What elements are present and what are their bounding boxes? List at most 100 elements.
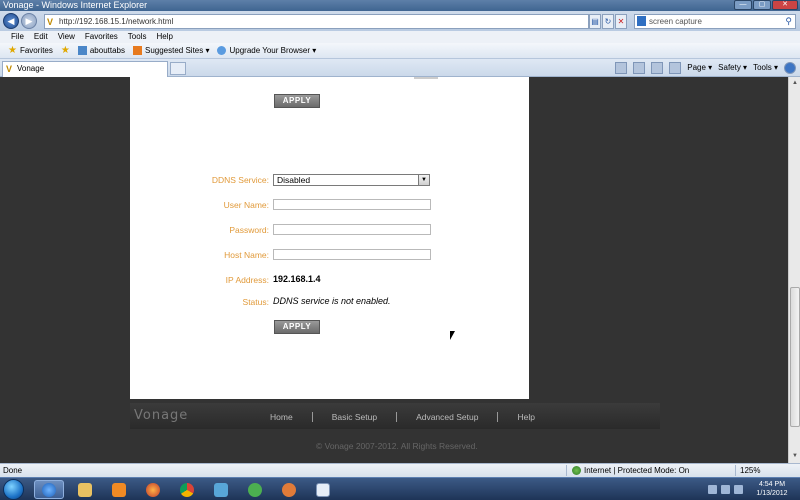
zoom-level[interactable]: 125% <box>740 464 760 477</box>
window-title-bar: Vonage - Windows Internet Explorer — ▢ ✕ <box>0 0 800 11</box>
menu-help[interactable]: Help <box>151 31 177 43</box>
ddns-service-select[interactable]: Disabled ▼ <box>273 174 430 186</box>
help-icon[interactable] <box>784 62 796 74</box>
suggested-sites-icon <box>132 46 142 55</box>
tab-vonage[interactable]: V Vonage <box>2 61 168 77</box>
footer-divider <box>311 412 313 422</box>
user-name-label: User Name: <box>223 200 269 210</box>
address-toolbar: ◀ ▶ V http://192.168.15.1/network.html ▤… <box>0 11 800 31</box>
ip-address-label: IP Address: <box>225 275 269 285</box>
window-title: Vonage - Windows Internet Explorer <box>3 0 148 10</box>
feeds-icon[interactable] <box>633 62 646 74</box>
ie-icon <box>217 46 227 55</box>
utorrent-icon <box>248 482 262 497</box>
new-tab-button[interactable] <box>170 62 186 75</box>
taskbar-explorer[interactable] <box>70 480 100 499</box>
search-input[interactable]: screen capture ⚲ <box>634 14 796 29</box>
menu-edit[interactable]: Edit <box>29 31 53 43</box>
taskbar-app[interactable] <box>274 480 304 499</box>
chrome-icon <box>180 482 194 497</box>
address-input[interactable]: V http://192.168.15.1/network.html <box>44 14 589 29</box>
host-name-label: Host Name: <box>224 250 269 260</box>
chevron-down-icon[interactable]: ▼ <box>418 175 429 185</box>
taskbar-folder2[interactable] <box>206 480 236 499</box>
status-label: Status: <box>242 297 269 307</box>
clock[interactable]: 4:54 PM 1/13/2012 <box>750 480 794 498</box>
menu-favorites[interactable]: Favorites <box>80 31 123 43</box>
page-content: APPLY DDNS Service: Disabled ▼ User Name… <box>0 77 788 463</box>
search-icon[interactable]: ⚲ <box>785 15 792 28</box>
apply-button-top[interactable]: APPLY <box>274 94 320 108</box>
apply-button-bottom[interactable]: APPLY <box>274 320 320 334</box>
folder-icon <box>78 482 92 497</box>
command-bar: Page ▾ Safety ▾ Tools ▾ <box>615 61 796 75</box>
mouse-cursor-icon <box>450 331 455 340</box>
favorite-upgrade-browser[interactable]: Upgrade Your Browser ▾ <box>217 43 316 59</box>
security-zone[interactable]: Internet | Protected Mode: On <box>572 464 689 477</box>
print-icon[interactable] <box>669 62 682 74</box>
ddns-service-value: Disabled <box>277 175 311 185</box>
password-input[interactable] <box>273 224 431 235</box>
address-url: http://192.168.15.1/network.html <box>59 17 174 26</box>
menu-file[interactable]: File <box>6 31 29 43</box>
close-button[interactable]: ✕ <box>772 0 798 10</box>
footer-divider <box>497 412 499 422</box>
stop-icon[interactable]: ✕ <box>615 14 627 29</box>
tray-flag-icon[interactable] <box>708 485 717 494</box>
search-text: screen capture <box>649 17 702 26</box>
taskbar-utorrent[interactable] <box>240 480 270 499</box>
tools-menu[interactable]: Tools ▾ <box>753 61 778 75</box>
status-bar: Done Internet | Protected Mode: On 125% <box>0 463 800 477</box>
safety-menu[interactable]: Safety ▾ <box>718 61 747 75</box>
back-button[interactable]: ◀ <box>3 13 19 29</box>
scroll-down-icon[interactable]: ▼ <box>790 451 800 461</box>
taskbar-ie[interactable] <box>34 480 64 499</box>
taskbar-chrome[interactable] <box>172 480 202 499</box>
add-favorite-icon[interactable]: ★ <box>61 43 70 59</box>
start-button[interactable] <box>3 479 24 500</box>
home-icon[interactable] <box>615 62 628 74</box>
favorite-upgrade-browser-label: Upgrade Your Browser ▾ <box>229 45 317 55</box>
footer-link-home[interactable]: Home <box>270 412 293 422</box>
page-menu[interactable]: Page ▾ <box>687 61 712 75</box>
page-icon <box>77 46 87 55</box>
status-text: Done <box>3 466 23 475</box>
scrollbar-thumb[interactable] <box>790 287 800 427</box>
footer-divider <box>396 412 398 422</box>
taskbar-notepad[interactable] <box>308 480 338 499</box>
forward-button[interactable]: ▶ <box>21 13 37 29</box>
firefox-icon <box>146 482 160 497</box>
mail-icon[interactable] <box>651 62 664 74</box>
refresh-icon[interactable]: ↻ <box>602 14 614 29</box>
compatibility-icon[interactable]: ▤ <box>589 14 601 29</box>
footer-link-help[interactable]: Help <box>517 412 534 422</box>
maximize-button[interactable]: ▢ <box>753 0 771 10</box>
favorite-abouttabs[interactable]: abouttabs <box>77 43 125 59</box>
menu-tools[interactable]: Tools <box>123 31 152 43</box>
taskbar-firefox[interactable] <box>138 480 168 499</box>
copyright-text: © Vonage 2007-2012. All Rights Reserved. <box>316 441 478 451</box>
tray-volume-icon[interactable] <box>734 485 743 494</box>
menu-view[interactable]: View <box>53 31 80 43</box>
favorite-suggested-sites[interactable]: Suggested Sites ▾ <box>132 43 209 59</box>
tab-bar: V Vonage Page ▾ Safety ▾ Tools ▾ <box>0 59 800 77</box>
user-name-input[interactable] <box>273 199 431 210</box>
scroll-up-icon[interactable]: ▲ <box>790 78 800 88</box>
footer-links: Home Basic Setup Advanced Setup Help <box>270 412 535 422</box>
taskbar-media[interactable] <box>104 480 134 499</box>
window-controls: — ▢ ✕ <box>734 0 798 10</box>
vertical-scrollbar[interactable]: ▲ ▼ <box>788 77 800 463</box>
ddns-service-label: DDNS Service: <box>211 175 269 185</box>
favorites-button[interactable]: ★ Favorites <box>8 43 53 59</box>
minimize-button[interactable]: — <box>734 0 752 10</box>
footer-link-advanced-setup[interactable]: Advanced Setup <box>416 412 478 422</box>
address-buttons: ▤ ↻ ✕ <box>589 14 627 29</box>
tab-vonage-label: Vonage <box>17 64 45 73</box>
tray-network-icon[interactable] <box>721 485 730 494</box>
status-value: DDNS service is not enabled. <box>273 296 391 306</box>
ie-icon <box>42 482 56 497</box>
clock-time: 4:54 PM <box>758 481 786 488</box>
status-divider <box>735 465 736 476</box>
footer-link-basic-setup[interactable]: Basic Setup <box>332 412 377 422</box>
host-name-input[interactable] <box>273 249 431 260</box>
